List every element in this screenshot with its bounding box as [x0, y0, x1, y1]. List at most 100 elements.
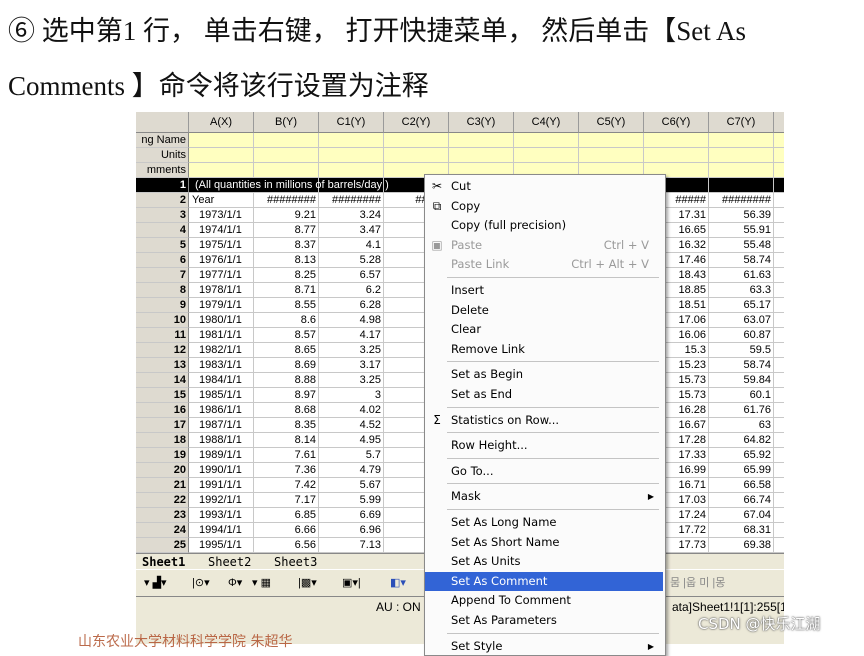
table-cell[interactable]: 1977/1/1: [189, 268, 254, 283]
table-cell[interactable]: 3.25: [319, 373, 384, 388]
table-cell[interactable]: 58.74: [709, 253, 774, 268]
label-cell[interactable]: [774, 163, 784, 178]
row-number[interactable]: 14: [136, 373, 189, 388]
menu-item-paste-link[interactable]: Paste Link Ctrl + Alt + V: [425, 255, 663, 274]
table-cell[interactable]: 8.97: [254, 388, 319, 403]
column-header[interactable]: C3(Y): [449, 112, 514, 133]
table-cell[interactable]: 60.87: [709, 328, 774, 343]
menu-item-set-as-short-name[interactable]: Set As Short Name: [425, 533, 663, 552]
table-cell[interactable]: 61.76: [709, 403, 774, 418]
table-cell[interactable]: 1984/1/1: [189, 373, 254, 388]
layer-dropdown-icon[interactable]: ▣▾|: [342, 575, 361, 591]
menu-item-set-as-comment[interactable]: Set As Comment: [425, 571, 663, 591]
table-cell[interactable]: 7.61: [254, 448, 319, 463]
label-cell[interactable]: [319, 133, 384, 148]
table-cell[interactable]: Year: [189, 193, 254, 208]
menu-item-mask[interactable]: Mask ▶: [425, 487, 663, 506]
table-cell[interactable]: [774, 343, 784, 358]
table-cell[interactable]: 1985/1/1: [189, 388, 254, 403]
label-cell[interactable]: [514, 148, 579, 163]
table-cell[interactable]: 7.42: [254, 478, 319, 493]
row-number[interactable]: 20: [136, 463, 189, 478]
menu-item-copy-full-precision[interactable]: Copy (full precision): [425, 216, 663, 235]
table-cell[interactable]: [774, 373, 784, 388]
table-cell[interactable]: 65.99: [709, 463, 774, 478]
table-cell[interactable]: 56.39: [709, 208, 774, 223]
table-cell[interactable]: [774, 403, 784, 418]
column-header[interactable]: C1(Y): [319, 112, 384, 133]
label-cell[interactable]: [189, 148, 254, 163]
table-cell[interactable]: [774, 268, 784, 283]
table-cell[interactable]: [774, 328, 784, 343]
label-cell[interactable]: [254, 163, 319, 178]
table-cell[interactable]: 8.68: [254, 403, 319, 418]
table-cell[interactable]: 1980/1/1: [189, 313, 254, 328]
menu-item-set-as-begin[interactable]: Set as Begin: [425, 365, 663, 384]
table-cell[interactable]: 8.69: [254, 358, 319, 373]
table-cell[interactable]: 1992/1/1: [189, 493, 254, 508]
table-cell[interactable]: [774, 388, 784, 403]
column-header[interactable]: B(Y): [254, 112, 319, 133]
table-cell[interactable]: 1978/1/1: [189, 283, 254, 298]
menu-item-set-as-end[interactable]: Set as End: [425, 385, 663, 404]
table-cell[interactable]: 1973/1/1: [189, 208, 254, 223]
table-cell[interactable]: 5.67: [319, 478, 384, 493]
row-number[interactable]: 23: [136, 508, 189, 523]
table-cell[interactable]: 5.7: [319, 448, 384, 463]
table-cell[interactable]: 65.92: [709, 448, 774, 463]
column-header[interactable]: C4(Y): [514, 112, 579, 133]
row-number[interactable]: 6: [136, 253, 189, 268]
table-cell[interactable]: 8.77: [254, 223, 319, 238]
table-cell[interactable]: 7.13: [319, 538, 384, 553]
table-cell[interactable]: [774, 253, 784, 268]
row-number[interactable]: 1: [136, 178, 189, 193]
menu-item-set-as-units[interactable]: Set As Units: [425, 552, 663, 571]
row-number[interactable]: 10: [136, 313, 189, 328]
label-cell[interactable]: [254, 148, 319, 163]
table-cell[interactable]: 3.47: [319, 223, 384, 238]
menu-item-delete[interactable]: Delete: [425, 301, 663, 320]
table-cell[interactable]: 1989/1/1: [189, 448, 254, 463]
table-cell[interactable]: 63.3: [709, 283, 774, 298]
table-cell[interactable]: [774, 208, 784, 223]
table-cell[interactable]: 8.6: [254, 313, 319, 328]
table-cell[interactable]: 9.21: [254, 208, 319, 223]
row-number[interactable]: 19: [136, 448, 189, 463]
table-cell[interactable]: 4.1: [319, 238, 384, 253]
sheet-tab-2[interactable]: Sheet2: [204, 555, 255, 569]
table-cell[interactable]: 1976/1/1: [189, 253, 254, 268]
table-cell[interactable]: 5.99: [319, 493, 384, 508]
table-cell[interactable]: 3: [319, 388, 384, 403]
table-cell[interactable]: 1990/1/1: [189, 463, 254, 478]
table-cell[interactable]: 5.28: [319, 253, 384, 268]
table-cell[interactable]: 7.17: [254, 493, 319, 508]
table-cell[interactable]: 4.95: [319, 433, 384, 448]
table-cell[interactable]: 63.07: [709, 313, 774, 328]
table-cell[interactable]: 8.71: [254, 283, 319, 298]
table-cell[interactable]: [774, 358, 784, 373]
row-number[interactable]: 8: [136, 283, 189, 298]
column-header[interactable]: A(X): [189, 112, 254, 133]
fill-pattern-icon[interactable]: |▩▾: [298, 575, 317, 591]
label-cell[interactable]: [514, 133, 579, 148]
table-cell[interactable]: 1975/1/1: [189, 238, 254, 253]
column-header[interactable]: C2(Y): [384, 112, 449, 133]
label-cell[interactable]: [709, 133, 774, 148]
label-cell[interactable]: [644, 148, 709, 163]
table-cell[interactable]: (All quantities in millions of barrels/d…: [189, 178, 389, 193]
table-cell[interactable]: [774, 418, 784, 433]
table-cell[interactable]: [774, 463, 784, 478]
table-cell[interactable]: 4.02: [319, 403, 384, 418]
table-cell[interactable]: [709, 178, 774, 193]
table-cell[interactable]: 1995/1/1: [189, 538, 254, 553]
fill-color-icon[interactable]: ◧▾: [390, 575, 406, 591]
table-cell[interactable]: 1993/1/1: [189, 508, 254, 523]
table-cell[interactable]: [774, 178, 784, 193]
table-cell[interactable]: 8.88: [254, 373, 319, 388]
table-cell[interactable]: 1981/1/1: [189, 328, 254, 343]
table-cell[interactable]: 6.56: [254, 538, 319, 553]
label-cell[interactable]: [644, 133, 709, 148]
table-cell[interactable]: 63: [709, 418, 774, 433]
label-cell[interactable]: [774, 148, 784, 163]
label-cell[interactable]: [254, 133, 319, 148]
